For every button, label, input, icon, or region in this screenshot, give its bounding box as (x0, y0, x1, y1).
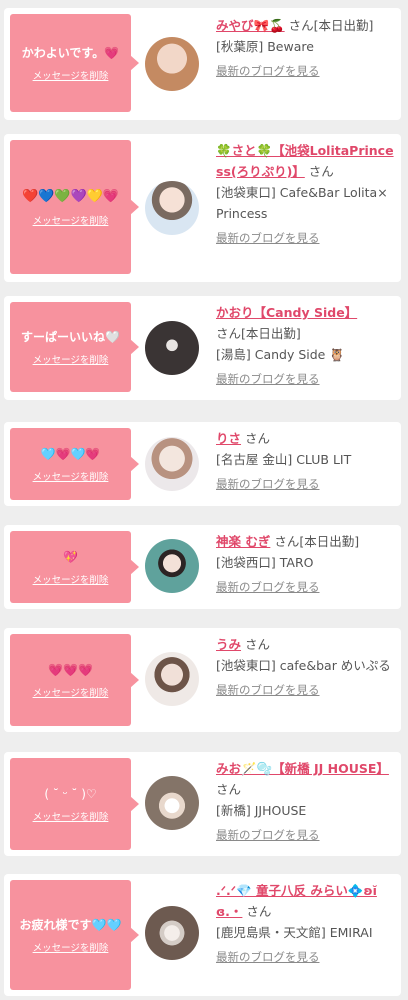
avatar[interactable] (145, 181, 199, 235)
avatar[interactable] (145, 776, 199, 830)
delete-message-link[interactable]: メッセージを削除 (33, 572, 109, 586)
cast-suffix: さん[本日出勤] (288, 18, 374, 33)
message-text: 💗💗💗 (48, 663, 93, 677)
view-blog-link[interactable]: 最新のブログを見る (216, 369, 394, 390)
view-blog-link[interactable]: 最新のブログを見る (216, 577, 394, 598)
view-blog-link[interactable]: 最新のブログを見る (216, 825, 394, 846)
cast-name-link[interactable]: .ᐟ.ᐟ💎 童子八反 みらい💠ʚĭɞ.・ (216, 883, 377, 919)
shop-name: [名古屋 金山] CLUB LIT (216, 452, 352, 467)
delete-message-link[interactable]: メッセージを削除 (33, 809, 109, 823)
shop-name: [池袋西口] TARO (216, 555, 314, 570)
shop-name: [池袋東口] Cafe&Bar Lolita×Princess (216, 185, 388, 221)
cast-info: .ᐟ.ᐟ💎 童子八反 みらい💠ʚĭɞ.・ さん [鹿児島県・天文館] EMIRA… (216, 880, 394, 968)
message-text: ❤️💙💚💜💛💗 (21, 189, 120, 204)
cast-info: 🍀さと🍀【池袋LolitaPrincess(ろりぷり)】 さん [池袋東口] C… (216, 140, 394, 249)
cast-suffix: さん (308, 164, 334, 179)
cast-name-link[interactable]: うみ (216, 637, 241, 652)
view-blog-link[interactable]: 最新のブログを見る (216, 228, 394, 249)
cast-info: みやび🎀🍒 さん[本日出勤] [秋葉原] Beware 最新のブログを見る (216, 15, 394, 82)
avatar[interactable] (145, 652, 199, 706)
cast-name-link[interactable]: りさ (216, 431, 241, 446)
message-card: すーぱーいいね🤍 メッセージを削除 かおり【Candy Side】 さん[本日出… (4, 296, 401, 400)
message-bubble: ❤️💙💚💜💛💗 メッセージを削除 (10, 140, 139, 274)
message-bubble: 💖 メッセージを削除 (10, 531, 139, 603)
message-text: かわよいです。💗 (21, 46, 120, 60)
delete-message-link[interactable]: メッセージを削除 (33, 469, 109, 483)
shop-name: [新橋] JJHOUSE (216, 803, 307, 818)
message-bubble: 🩵💗🩵💗 メッセージを削除 (10, 428, 139, 500)
message-card: 💗💗💗 メッセージを削除 うみ さん [池袋東口] cafe&bar めいぷる … (4, 628, 401, 732)
cast-info: みお🪄🫧【新橋 JJ HOUSE】 さん [新橋] JJHOUSE 最新のブログ… (216, 758, 394, 846)
view-blog-link[interactable]: 最新のブログを見る (216, 61, 394, 82)
avatar[interactable] (145, 321, 199, 375)
avatar[interactable] (145, 37, 199, 91)
cast-suffix: さん[本日出勤] (274, 534, 360, 549)
message-card: 🩵💗🩵💗 メッセージを削除 りさ さん [名古屋 金山] CLUB LIT 最新… (4, 422, 401, 506)
cast-name-link[interactable]: 神楽 むぎ (216, 534, 270, 549)
message-text: ( ˘ ᵕ ˘ )♡ (44, 787, 97, 801)
shop-name: [秋葉原] Beware (216, 39, 314, 54)
cast-name-link[interactable]: みやび🎀🍒 (216, 18, 285, 33)
shop-name: [池袋東口] cafe&bar めいぷる (216, 658, 391, 673)
delete-message-link[interactable]: メッセージを削除 (33, 213, 109, 227)
cast-name-link[interactable]: かおり【Candy Side】 (216, 305, 357, 320)
message-bubble: かわよいです。💗 メッセージを削除 (10, 14, 139, 112)
message-bubble: お疲れ様です🩵🩵 メッセージを削除 (10, 880, 139, 990)
shop-name: [鹿児島県・天文館] EMIRAI (216, 925, 373, 940)
delete-message-link[interactable]: メッセージを削除 (33, 68, 109, 82)
message-text: すーぱーいいね🤍 (21, 330, 120, 344)
cast-name-link[interactable]: みお🪄🫧【新橋 JJ HOUSE】 (216, 761, 389, 776)
view-blog-link[interactable]: 最新のブログを見る (216, 474, 394, 495)
cast-info: かおり【Candy Side】 さん[本日出勤] [湯島] Candy Side… (216, 302, 394, 390)
message-card: ( ˘ ᵕ ˘ )♡ メッセージを削除 みお🪄🫧【新橋 JJ HOUSE】 さん… (4, 752, 401, 856)
message-bubble: 💗💗💗 メッセージを削除 (10, 634, 139, 726)
cast-suffix: さん (245, 637, 271, 652)
avatar[interactable] (145, 906, 199, 960)
delete-message-link[interactable]: メッセージを削除 (33, 352, 109, 366)
message-bubble: ( ˘ ᵕ ˘ )♡ メッセージを削除 (10, 758, 139, 850)
view-blog-link[interactable]: 最新のブログを見る (216, 947, 394, 968)
cast-suffix: さん[本日出勤] (216, 326, 301, 341)
message-text: 🩵💗🩵💗 (40, 447, 101, 461)
cast-suffix: さん (245, 431, 271, 446)
message-card: お疲れ様です🩵🩵 メッセージを削除 .ᐟ.ᐟ💎 童子八反 みらい💠ʚĭɞ.・ さ… (4, 874, 401, 996)
cast-suffix: さん (216, 782, 242, 797)
message-bubble: すーぱーいいね🤍 メッセージを削除 (10, 302, 139, 392)
message-card: 💖 メッセージを削除 神楽 むぎ さん[本日出勤] [池袋西口] TARO 最新… (4, 525, 401, 609)
cast-info: 神楽 むぎ さん[本日出勤] [池袋西口] TARO 最新のブログを見る (216, 531, 394, 598)
cast-info: りさ さん [名古屋 金山] CLUB LIT 最新のブログを見る (216, 428, 394, 495)
delete-message-link[interactable]: メッセージを削除 (33, 940, 109, 954)
message-card: かわよいです。💗 メッセージを削除 みやび🎀🍒 さん[本日出勤] [秋葉原] B… (4, 8, 401, 120)
message-text: 💖 (63, 550, 78, 564)
cast-info: うみ さん [池袋東口] cafe&bar めいぷる 最新のブログを見る (216, 634, 394, 701)
message-text: お疲れ様です🩵🩵 (19, 918, 122, 932)
shop-name: [湯島] Candy Side 🦉 (216, 347, 345, 362)
cast-suffix: さん (246, 904, 272, 919)
message-card: ❤️💙💚💜💛💗 メッセージを削除 🍀さと🍀【池袋LolitaPrincess(ろ… (4, 134, 401, 282)
avatar[interactable] (145, 437, 199, 491)
avatar[interactable] (145, 539, 199, 593)
delete-message-link[interactable]: メッセージを削除 (33, 685, 109, 699)
view-blog-link[interactable]: 最新のブログを見る (216, 680, 394, 701)
cast-name-link[interactable]: 🍀さと🍀【池袋LolitaPrincess(ろりぷり)】 (216, 143, 394, 179)
